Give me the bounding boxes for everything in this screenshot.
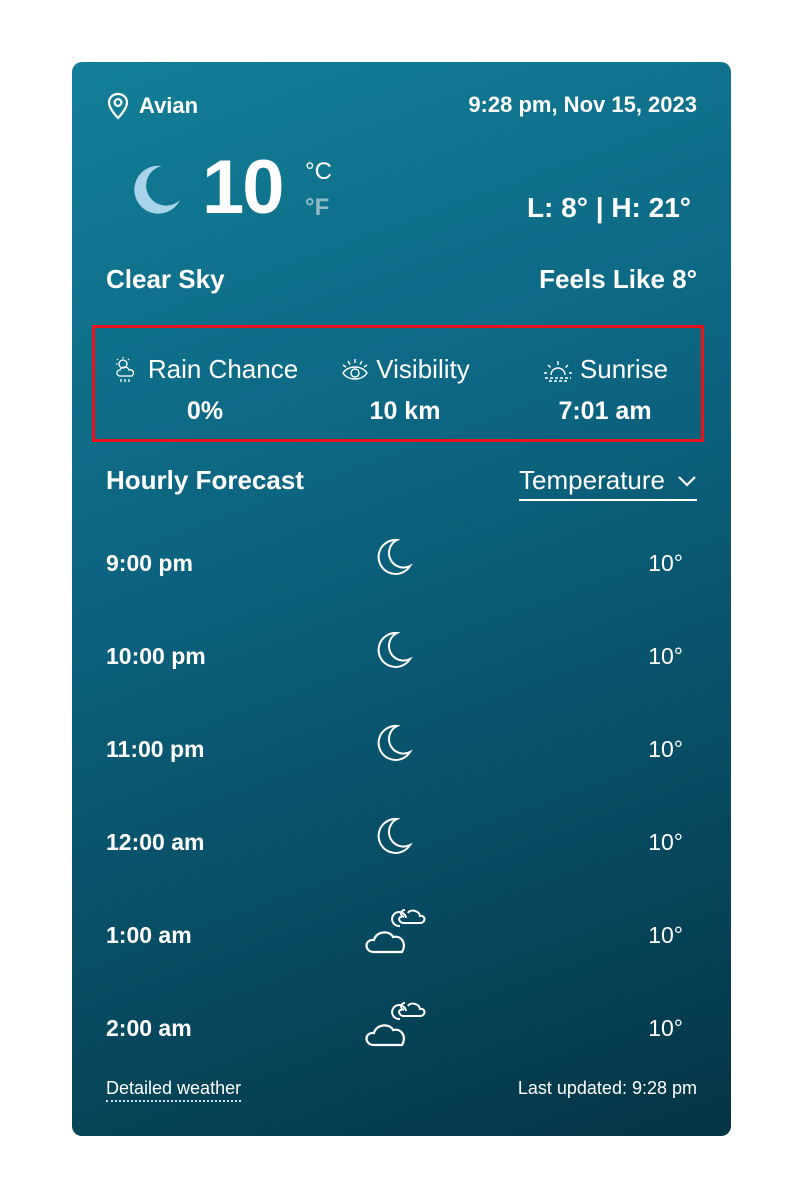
eye-icon [342,358,369,380]
moon-icon [377,538,413,575]
weather-stats-panel: Rain Chance 0% Visibility 10 km Sunrise … [92,325,704,442]
location-pin-icon [107,92,129,120]
moon-icon [134,165,180,214]
stat-label: Visibility [376,354,470,384]
hourly-time: 2:00 am [106,1015,192,1041]
unit-fahrenheit-toggle[interactable]: °F [305,194,329,222]
cloud-moon-icon [365,1002,426,1047]
hourly-time: 9:00 pm [106,550,193,576]
stat-label: Rain Chance [147,354,299,384]
stat-value: 0% [186,397,224,425]
hourly-temp: 10° [648,829,683,855]
hourly-forecast-title: Hourly Forecast [106,465,304,495]
stat-rain-chance: Rain Chance 0% [105,354,305,426]
hourly-time: 1:00 am [106,922,192,948]
sunrise-icon [543,360,572,382]
hourly-temp: 10° [648,643,683,669]
forecast-metric-dropdown[interactable]: Temperature [519,465,697,501]
hourly-row: 9:00 pm 10° [72,530,731,590]
rain-cloud-icon [115,356,134,382]
location: Avian [107,92,198,120]
current-temperature: 10 [202,145,285,230]
detailed-weather-link[interactable]: Detailed weather [106,1078,242,1102]
moon-icon [377,631,413,668]
condition-text: Clear Sky [106,264,225,294]
dropdown-selected-value: Temperature [519,465,665,495]
hourly-row: 12:00 am 10° [72,809,731,869]
weather-card: Avian 9:28 pm, Nov 15, 2023 10 °C °F L: … [72,62,731,1136]
hourly-row: 1:00 am 10° [72,902,731,962]
stat-value: 7:01 am [558,397,652,425]
stat-visibility: Visibility 10 km [305,354,505,426]
cloud-moon-icon [365,909,426,954]
hourly-row: 11:00 pm 10° [72,716,731,776]
feels-like-text: Feels Like 8° [539,264,697,294]
stat-sunrise: Sunrise 7:01 am [505,354,705,426]
hourly-temp: 10° [648,922,683,948]
hourly-time: 10:00 pm [106,643,206,669]
hourly-time: 12:00 am [106,829,205,855]
moon-icon [377,724,413,761]
low-high-temperature: L: 8° | H: 21° [526,192,691,223]
hourly-temp: 10° [648,1015,683,1041]
chevron-down-icon [678,475,696,487]
hourly-row: 2:00 am 10° [72,995,731,1055]
hourly-temp: 10° [648,550,683,576]
hourly-time: 11:00 pm [106,736,205,762]
current-datetime: 9:28 pm, Nov 15, 2023 [468,92,697,117]
stat-label: Sunrise [579,354,669,384]
unit-celsius-toggle[interactable]: °C [305,158,332,186]
location-name: Avian [139,93,199,118]
moon-icon [377,817,413,854]
last-updated-text: Last updated: 9:28 pm [517,1078,697,1098]
stat-value: 10 km [369,397,441,425]
hourly-temp: 10° [648,736,683,762]
hourly-row: 10:00 pm 10° [72,623,731,683]
